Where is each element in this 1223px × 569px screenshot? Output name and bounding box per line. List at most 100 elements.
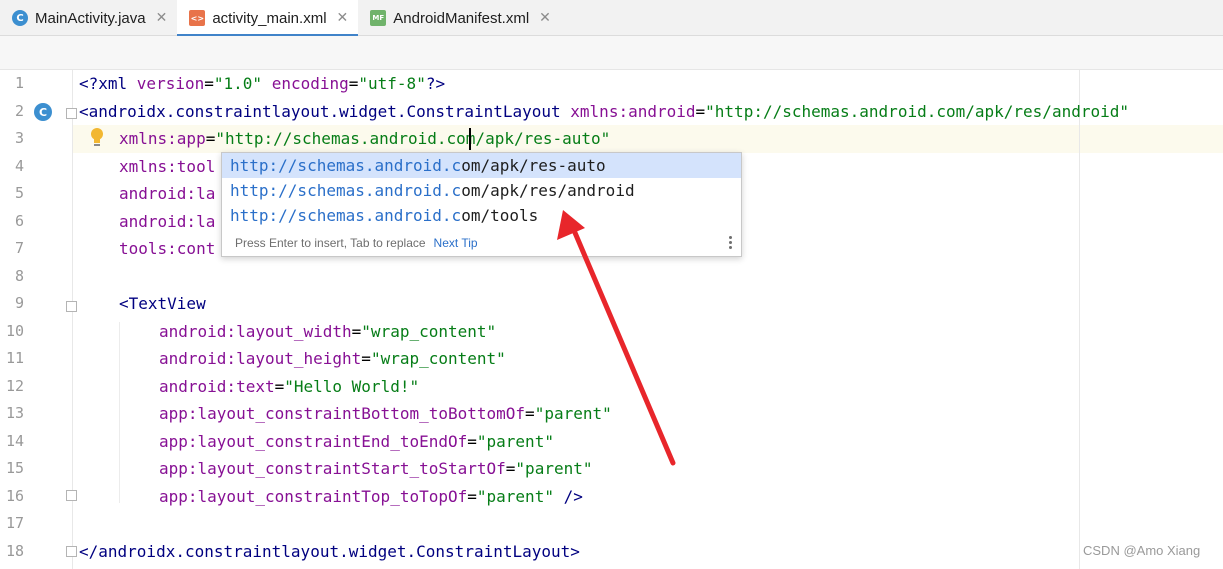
- close-icon[interactable]: ✕: [337, 10, 349, 26]
- fold-toggle-icon[interactable]: [66, 490, 77, 501]
- code-line-15: app:layout_constraintStart_toStartOf="pa…: [159, 455, 592, 483]
- line-number: 16: [5, 486, 24, 505]
- completion-match-text: http://schemas.android.c: [230, 156, 462, 175]
- code-line-12: android:text="Hello World!": [159, 373, 419, 401]
- fold-toggle-icon[interactable]: [66, 546, 77, 557]
- tab-label: AndroidManifest.xml: [393, 9, 530, 27]
- next-tip-link[interactable]: Next Tip: [434, 236, 478, 250]
- code-token: <?xml: [79, 74, 137, 93]
- line-number: 12: [5, 376, 24, 395]
- line-number: 18: [5, 541, 24, 560]
- line-number: 7: [14, 239, 24, 257]
- code-token: "parent": [515, 459, 593, 478]
- code-token: =: [351, 321, 362, 341]
- completion-item[interactable]: http://schemas.android.com/tools: [222, 203, 741, 228]
- fold-toggle-icon[interactable]: [66, 108, 77, 119]
- code-token: "parent": [476, 486, 554, 506]
- completion-rest-text: om/tools: [461, 206, 539, 225]
- code-token: <androidx.constraintlayout.widget.Constr…: [79, 101, 571, 121]
- completion-rest-text: om/apk/res-auto: [461, 156, 606, 175]
- lightbulb-icon[interactable]: [89, 127, 105, 149]
- line-number: 13: [5, 404, 24, 422]
- more-options-icon[interactable]: [729, 236, 733, 251]
- line-number: 1: [14, 74, 24, 92]
- tab-activity-main-xml[interactable]: <> activity_main.xml ✕: [177, 0, 359, 37]
- code-line-5: android:la: [119, 180, 215, 208]
- xml-file-icon: <>: [189, 10, 206, 26]
- line-number: 2: [14, 101, 24, 120]
- code-line-14: app:layout_constraintEnd_toEndOf="parent…: [159, 428, 554, 456]
- line-number: 17: [5, 514, 24, 532]
- code-editor[interactable]: 1 2 3 4 5 6 7 8 9 10 11 12 13 14 15 16 1…: [0, 70, 1223, 569]
- code-line-6: android:la: [119, 208, 215, 236]
- completion-match-text: http://schemas.android.c: [230, 181, 462, 200]
- editor-breadcrumb-strip: [0, 36, 1223, 70]
- completion-match-text: http://schemas.android.c: [230, 206, 462, 225]
- completion-item[interactable]: http://schemas.android.com/apk/res/andro…: [222, 178, 741, 203]
- code-token: xmlns:tool: [119, 156, 216, 176]
- code-token: =: [525, 404, 535, 423]
- code-line-3: xmlns:app="http://schemas.android.com/ap…: [119, 125, 610, 153]
- code-token: =: [505, 459, 516, 478]
- close-icon[interactable]: ✕: [156, 10, 168, 26]
- tab-label: MainActivity.java: [35, 9, 146, 27]
- code-token: =: [348, 74, 359, 93]
- watermark: CSDN @Amo Xiang: [1083, 543, 1201, 558]
- completion-footer: Press Enter to insert, Tab to replace Nex…: [222, 230, 741, 256]
- code-completion-popup: http://schemas.android.com/apk/res-auto …: [221, 152, 742, 257]
- code-token: "utf-8": [358, 74, 426, 93]
- line-number: 4: [14, 156, 24, 175]
- completion-item[interactable]: http://schemas.android.com/apk/res-auto: [222, 153, 741, 178]
- editor-tab-bar: C MainActivity.java ✕ <> activity_main.x…: [0, 0, 1223, 37]
- code-token: encoding: [271, 74, 349, 93]
- code-token: </androidx.constraintlayout.widget.Const…: [79, 541, 580, 561]
- manifest-file-icon: MF: [370, 10, 387, 26]
- code-token: "wrap_content": [370, 349, 506, 368]
- line-number: 11: [5, 349, 24, 367]
- code-token: />: [553, 486, 583, 506]
- code-token: ?>: [425, 74, 446, 93]
- code-token: =: [361, 349, 371, 368]
- code-line-9: <TextView: [119, 290, 206, 318]
- tab-android-manifest-xml[interactable]: MF AndroidManifest.xml ✕: [358, 0, 561, 36]
- code-token: version: [136, 74, 205, 93]
- code-token: "parent": [534, 404, 612, 423]
- close-icon[interactable]: ✕: [539, 10, 551, 26]
- class-reference-icon[interactable]: C: [34, 103, 52, 121]
- code-line-4: xmlns:tool: [119, 153, 215, 181]
- tab-label: activity_main.xml: [212, 9, 327, 27]
- code-token: android:layout_width: [159, 321, 352, 341]
- code-token: android:la: [119, 211, 216, 231]
- indent-guide: [119, 322, 120, 503]
- java-class-icon: C: [12, 10, 28, 26]
- line-number: 14: [5, 431, 24, 450]
- code-token: app:layout_constraintTop_toTopOf: [159, 486, 468, 506]
- code-line-7: tools:cont: [119, 235, 215, 263]
- line-number: 9: [14, 294, 24, 312]
- code-token: <TextView: [119, 294, 206, 313]
- code-token: =: [695, 101, 706, 121]
- code-token: app:layout_constraintBottom_toBottomOf: [159, 404, 526, 423]
- tab-main-activity-java[interactable]: C MainActivity.java ✕: [0, 0, 177, 36]
- code-token: =: [467, 486, 477, 506]
- code-token: "http://schemas.android.com/apk/res/andr…: [705, 101, 1129, 121]
- code-token: app:layout_constraintStart_toStartOf: [159, 459, 506, 478]
- line-number: 3: [14, 129, 24, 147]
- text-caret: [469, 128, 471, 150]
- completion-rest-text: om/apk/res/android: [461, 181, 635, 200]
- code-line-16: app:layout_constraintTop_toTopOf="parent…: [159, 483, 583, 511]
- code-token: =: [205, 129, 216, 148]
- completion-hint: Press Enter to insert, Tab to replace: [235, 236, 426, 250]
- code-token: android:la: [119, 184, 216, 203]
- code-token: android:text: [159, 376, 275, 396]
- code-token: tools:cont: [119, 239, 216, 258]
- fold-toggle-icon[interactable]: [66, 301, 77, 312]
- code-line-11: android:layout_height="wrap_content": [159, 345, 506, 373]
- line-number: 15: [5, 459, 24, 477]
- code-token: =: [467, 431, 477, 451]
- line-number: 5: [14, 184, 24, 202]
- code-token: android:layout_height: [159, 349, 362, 368]
- code-line-10: android:layout_width="wrap_content": [159, 318, 496, 346]
- code-line-1: <?xml version="1.0" encoding="utf-8"?>: [79, 70, 445, 98]
- code-token: "wrap_content": [361, 321, 497, 341]
